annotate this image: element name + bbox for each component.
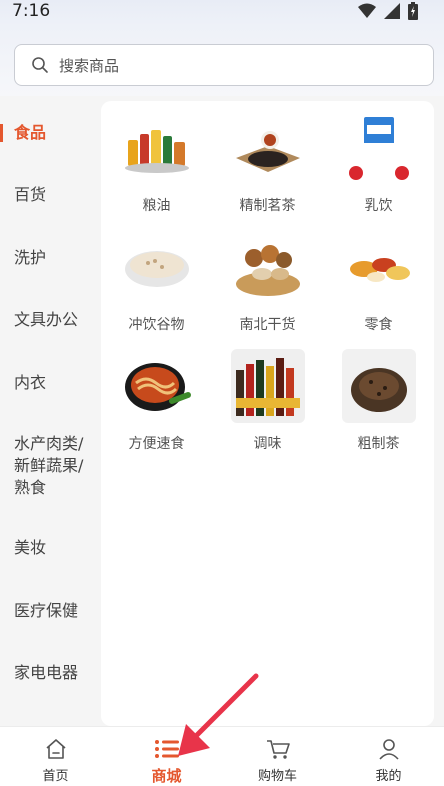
category-label: 粮油 [142, 198, 171, 214]
battery-icon [408, 2, 418, 20]
sidebar-item-fresh-food[interactable]: 水产肉类/新鲜蔬果/熟食 [0, 433, 100, 499]
condiments-icon [230, 349, 305, 423]
search-placeholder: 搜索商品 [59, 56, 120, 75]
search-input[interactable]: 搜索商品 [14, 44, 434, 86]
category-label: 调味 [253, 436, 282, 452]
milk-icon [342, 111, 416, 185]
sidebar-item-label: 文具办公 [14, 310, 79, 329]
sidebar-item-personal-care[interactable]: 洗护 [0, 247, 46, 269]
sidebar-item-healthcare[interactable]: 医疗保健 [0, 600, 78, 622]
tab-label: 首页 [42, 769, 69, 784]
sidebar-item-food[interactable]: 食品 [0, 122, 46, 144]
category-item-dairy[interactable]: 乳饮 [323, 111, 434, 215]
category-item-grain-oil[interactable]: 粮油 [101, 111, 212, 215]
sidebar-item-label: 食品 [14, 123, 47, 142]
sidebar-item-label: 美妆 [14, 538, 47, 557]
category-item-cereal-drinks[interactable]: 冲饮谷物 [101, 230, 212, 334]
category-label: 冲饮谷物 [128, 317, 185, 333]
sidebar-item-label: 洗护 [14, 248, 47, 267]
tab-label: 购物车 [257, 769, 297, 784]
tab-label: 我的 [375, 769, 402, 784]
pointer-arrow-icon [178, 673, 259, 756]
sidebar-item-label: 家电电器 [14, 663, 79, 682]
sidebar-item-label: 内衣 [14, 373, 47, 392]
category-item-snacks[interactable]: 零食 [323, 230, 434, 334]
category-grid: 粮油 精制茗茶 乳饮 冲饮谷物 南北干货 零食 方便速食 调味 粗制茶 [101, 111, 434, 453]
grain-oil-icon [120, 111, 194, 185]
category-label: 南北干货 [239, 317, 296, 333]
category-item-instant-food[interactable]: 方便速食 [101, 349, 212, 453]
category-content: 粮油 精制茗茶 乳饮 冲饮谷物 南北干货 零食 方便速食 调味 粗制茶 [101, 101, 434, 726]
user-icon [378, 739, 399, 760]
category-item-condiments[interactable]: 调味 [212, 349, 323, 453]
tab-profile[interactable]: 我的 [333, 727, 444, 786]
category-label: 乳饮 [364, 198, 393, 214]
noodles-icon [120, 349, 194, 423]
category-item-refined-tea[interactable]: 精制茗茶 [212, 111, 323, 215]
signal-icon [384, 3, 400, 19]
category-label: 方便速食 [128, 436, 185, 452]
category-item-coarse-tea[interactable]: 粗制茶 [323, 349, 434, 453]
status-time: 7:16 [12, 1, 51, 21]
sidebar-item-general-merchandise[interactable]: 百货 [0, 184, 46, 206]
sidebar-item-stationery[interactable]: 文具办公 [0, 309, 78, 331]
nuts-icon [231, 230, 305, 304]
active-indicator [0, 124, 3, 142]
sidebar-item-label: 水产肉类/新鲜蔬果/熟食 [14, 434, 84, 497]
category-label: 精制茗茶 [239, 198, 296, 214]
snacks-icon [342, 230, 416, 304]
sidebar-item-underwear[interactable]: 内衣 [0, 372, 46, 394]
tea-icon [231, 111, 305, 185]
category-label: 粗制茶 [357, 436, 400, 452]
sidebar-item-cosmetics[interactable]: 美妆 [0, 537, 46, 559]
sidebar-item-appliances[interactable]: 家电电器 [0, 662, 78, 684]
sidebar-item-label: 医疗保健 [14, 601, 79, 620]
wifi-icon [358, 3, 376, 18]
status-bar: 7:16 [0, 0, 444, 26]
cereal-icon [120, 230, 194, 304]
tab-home[interactable]: 首页 [0, 727, 111, 786]
category-item-dried-goods[interactable]: 南北干货 [212, 230, 323, 334]
sidebar-item-label: 百货 [14, 185, 47, 204]
category-sidebar: 食品 百货 洗护 文具办公 内衣 水产肉类/新鲜蔬果/熟食 美妆 医疗保健 家电… [0, 100, 100, 726]
category-label: 零食 [364, 317, 393, 333]
home-icon [45, 739, 66, 759]
status-icons [358, 2, 418, 20]
cart-icon [266, 740, 290, 759]
search-icon [32, 57, 48, 73]
tab-label: 商城 [151, 767, 182, 785]
header: 搜索商品 [0, 26, 444, 96]
loose-tea-icon [341, 349, 416, 423]
